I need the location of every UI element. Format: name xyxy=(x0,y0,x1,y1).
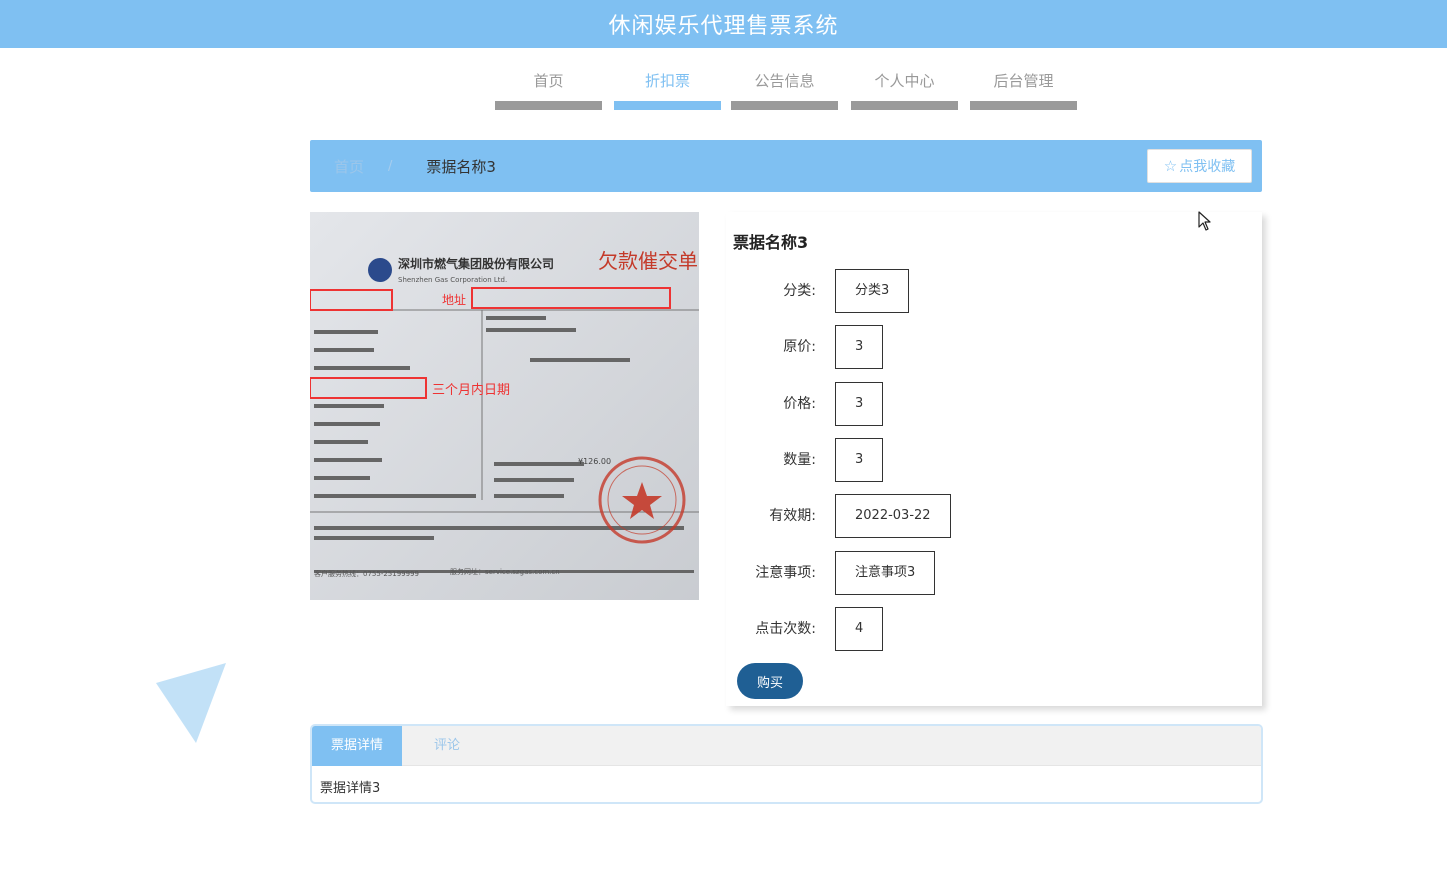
nav-item-label: 首页 xyxy=(533,72,564,90)
field-notes: 注意事项: 注意事项3 xyxy=(726,551,1262,595)
field-label: 数量: xyxy=(783,452,816,468)
field-validity: 有效期: 2022-03-22 xyxy=(726,494,1262,538)
mouse-pointer-icon xyxy=(1198,211,1211,231)
field-category: 分类: 分类3 xyxy=(726,269,1262,313)
breadcrumb-home-link[interactable]: 首页 xyxy=(334,156,364,177)
nav-item-personal-center[interactable]: 个人中心 xyxy=(851,66,958,110)
favorite-button[interactable]: ☆ 点我收藏 xyxy=(1147,149,1252,183)
star-icon: ☆ xyxy=(1163,157,1178,175)
nav-item-underline xyxy=(970,101,1077,110)
field-price: 价格: 3 xyxy=(726,382,1262,426)
photo-annotation-address: 地址 xyxy=(442,293,466,307)
nav-item-label: 公告信息 xyxy=(754,72,815,90)
breadcrumb-current: 票据名称3 xyxy=(426,157,496,176)
buy-button[interactable]: 购买 xyxy=(737,663,803,699)
nav-item-label: 折扣票 xyxy=(644,72,690,90)
photo-amount: ¥126.00 xyxy=(578,457,611,466)
nav-item-underline xyxy=(495,101,602,110)
nav-item-announcements[interactable]: 公告信息 xyxy=(731,66,838,110)
main-nav: 首页 折扣票 公告信息 个人中心 后台管理 xyxy=(0,66,1447,112)
nav-item-underline xyxy=(851,101,958,110)
field-label: 点击次数: xyxy=(755,621,816,637)
field-label: 价格: xyxy=(783,396,816,412)
photo-annotation-date: 三个月内日期 xyxy=(432,382,510,398)
field-label: 分类: xyxy=(783,283,816,299)
product-name: 票据名称3 xyxy=(733,233,809,252)
system-title: 休闲娱乐代理售票系统 xyxy=(608,14,839,39)
photo-company-cn: 深圳市燃气集团股份有限公司 xyxy=(398,256,554,271)
field-value: 4 xyxy=(835,607,884,651)
field-label: 有效期: xyxy=(769,508,816,524)
photo-website: 服务网址：service.szgas.com.cn xyxy=(450,567,560,576)
photo-hotline: 客户服务热线：0755-25199999 xyxy=(314,569,419,578)
product-detail-panel: 票据名称3 分类: 分类3 原价: 3 价格: 3 数量: 3 有效期: 202… xyxy=(726,212,1262,706)
field-value: 3 xyxy=(835,438,884,482)
nav-item-admin[interactable]: 后台管理 xyxy=(970,66,1077,110)
decorative-triangle xyxy=(156,663,226,743)
nav-item-underline xyxy=(731,101,838,110)
ticket-photo: 深圳市燃气集团股份有限公司 Shenzhen Gas Corporation L… xyxy=(310,212,699,600)
field-click-count: 点击次数: 4 xyxy=(726,607,1262,651)
breadcrumb-separator: / xyxy=(388,158,393,174)
field-original-price: 原价: 3 xyxy=(726,325,1262,369)
photo-doc-title: 欠款催交单 xyxy=(598,249,698,273)
nav-item-label: 后台管理 xyxy=(993,72,1054,90)
field-quantity: 数量: 3 xyxy=(726,438,1262,482)
breadcrumb: 首页 / 票据名称3 ☆ 点我收藏 xyxy=(310,140,1262,192)
field-label: 注意事项: xyxy=(755,565,816,581)
field-value: 3 xyxy=(835,325,884,369)
nav-item-label: 个人中心 xyxy=(874,72,935,90)
field-value: 3 xyxy=(835,382,884,426)
tab-bar: 票据详情 评论 xyxy=(312,726,1261,766)
favorite-button-label: 点我收藏 xyxy=(1179,159,1236,175)
nav-item-discount-tickets[interactable]: 折扣票 xyxy=(614,66,721,110)
field-label: 原价: xyxy=(783,339,816,355)
photo-company-en: Shenzhen Gas Corporation Ltd. xyxy=(398,276,507,284)
field-value: 分类3 xyxy=(835,269,910,313)
tab-comments[interactable]: 评论 xyxy=(402,726,492,766)
field-value: 注意事项3 xyxy=(835,551,936,595)
tab-content: 票据详情3 xyxy=(320,781,381,796)
nav-item-underline xyxy=(614,101,721,110)
top-banner: 休闲娱乐代理售票系统 xyxy=(0,0,1447,48)
field-value: 2022-03-22 xyxy=(835,494,951,538)
tab-ticket-details[interactable]: 票据详情 xyxy=(312,726,402,766)
detail-tabs: 票据详情 评论 票据详情3 xyxy=(310,724,1263,804)
nav-item-home[interactable]: 首页 xyxy=(495,66,602,110)
